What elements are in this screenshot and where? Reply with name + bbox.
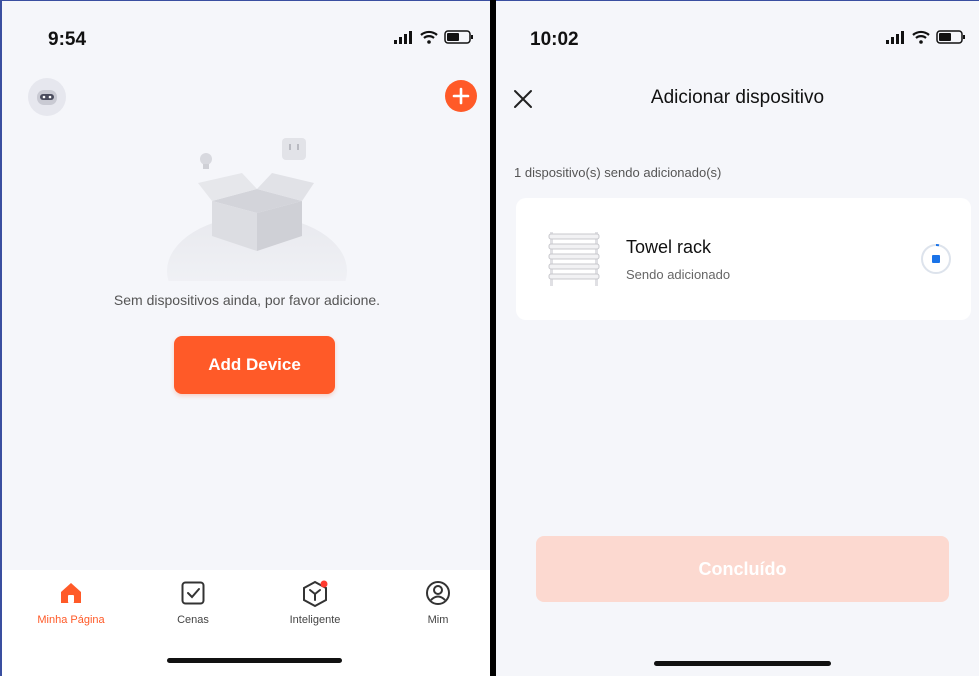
avatar[interactable] [28, 78, 66, 116]
status-icons [394, 30, 474, 44]
smart-hexagon-icon [303, 580, 328, 608]
tab-minha-pagina[interactable]: Minha Página [21, 580, 121, 630]
device-name: Towel rack [626, 237, 712, 257]
tab-label: Cenas [177, 614, 209, 626]
empty-box-illustration [167, 138, 347, 281]
devices-adding-count: 1 dispositivo(s) sendo adicionado(s) [514, 165, 722, 180]
home-screen: 9:54 Sem dispositivos ainda, por favor a… [0, 0, 490, 676]
home-icon [61, 583, 81, 603]
device-status: Sendo adicionado [626, 267, 731, 282]
page-title: Adicionar dispositivo [650, 87, 825, 108]
wifi-icon [420, 30, 438, 44]
progress-spinner-icon [921, 244, 951, 274]
tab-cenas[interactable]: Cenas [143, 580, 243, 630]
status-time: 10:02 [530, 29, 579, 50]
tab-mim[interactable]: Mim [388, 580, 488, 630]
wifi-icon [912, 30, 930, 44]
notification-badge-icon [320, 580, 328, 588]
scene-checkbox-icon [181, 581, 205, 605]
add-device-plus-button[interactable] [445, 80, 477, 112]
battery-icon [444, 30, 473, 44]
bulb-icon [200, 153, 212, 169]
add-device-button[interactable]: Add Device [174, 336, 335, 394]
status-icons [886, 30, 966, 44]
signal-icon [394, 30, 412, 44]
home-indicator [654, 661, 831, 666]
empty-state-message: Sem dispositivos ainda, por favor adicio… [113, 292, 381, 308]
home-indicator [167, 658, 342, 663]
add-device-screen: 10:02 Adicionar dispositivo 1 dispositiv… [496, 0, 979, 676]
towel-rack-icon [548, 232, 600, 286]
bottom-tab-bar: Minha Página Cenas Inteligente Mim [2, 570, 490, 676]
tab-label: Minha Página [37, 614, 105, 626]
socket-icon [282, 138, 306, 160]
done-button[interactable]: Concluído [536, 536, 949, 602]
robot-avatar-icon [37, 90, 57, 105]
profile-icon [426, 581, 450, 605]
battery-icon [936, 30, 965, 44]
tab-inteligente[interactable]: Inteligente [265, 580, 365, 630]
tab-label: Mim [427, 614, 449, 626]
device-card: Towel rack Sendo adicionado [516, 198, 971, 320]
status-time: 9:54 [48, 29, 87, 50]
tab-label: Inteligente [289, 614, 341, 626]
signal-icon [886, 30, 904, 44]
plus-icon [452, 87, 470, 105]
